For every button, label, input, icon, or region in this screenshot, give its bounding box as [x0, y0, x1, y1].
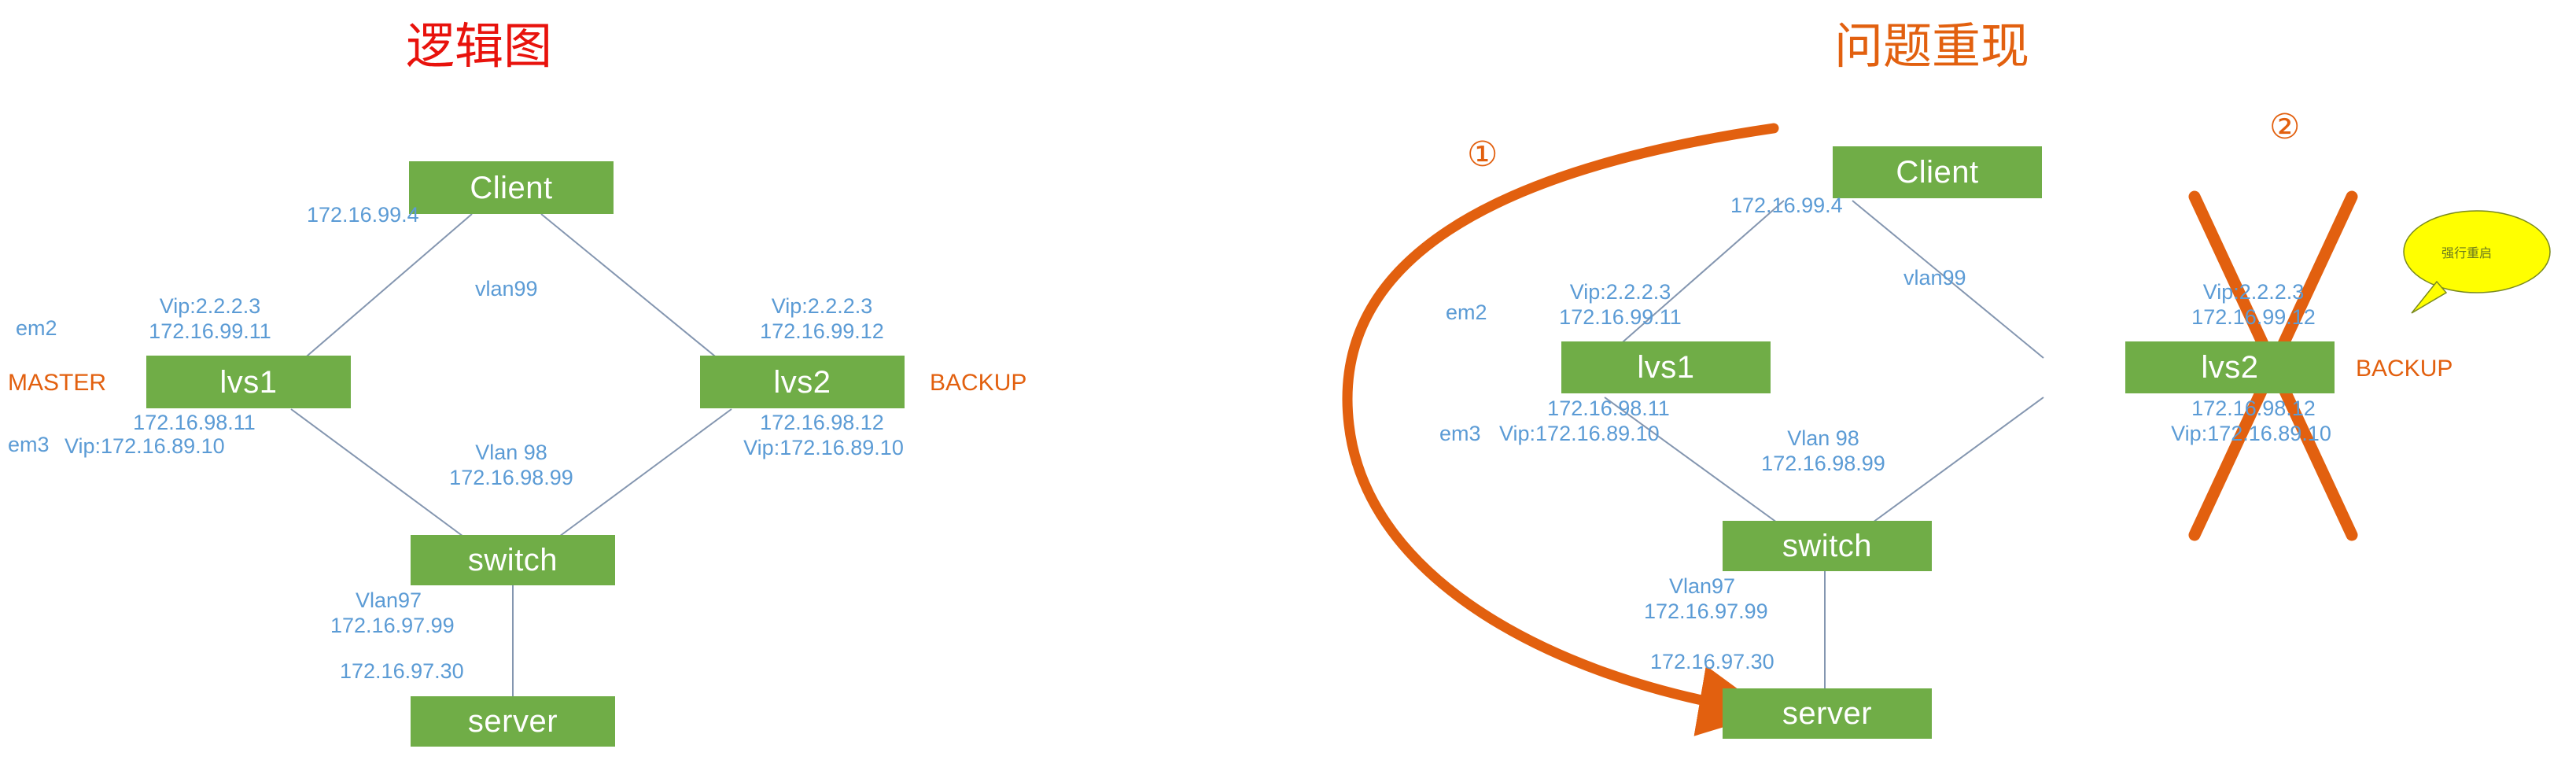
label-vlan97-left: Vlan97 [356, 588, 422, 612]
node-client-right[interactable]: Client [1833, 146, 2042, 198]
label-lvs2-vip-top-right: Vip:2.2.2.3 [2202, 280, 2305, 304]
callout-label-force-restart: 强行重启 [2441, 245, 2493, 260]
node-lvs2-right[interactable]: lvs2 [2125, 341, 2335, 393]
label-lvs2-ip-top-left: 172.16.99.12 [760, 319, 884, 343]
label-vlan98-ip-right: 172.16.98.99 [1761, 452, 1885, 475]
node-server-left[interactable]: server [411, 696, 615, 747]
label-lvs1-ip-bottom-right: 172.16.98.11 [1547, 397, 1670, 420]
label-lvs1-vip-top-right: Vip:2.2.2.3 [1569, 280, 1671, 304]
node-lvs1-left[interactable]: lvs1 [146, 356, 351, 408]
label-vlan99-left: vlan99 [475, 277, 538, 301]
node-switch-left[interactable]: switch [411, 535, 615, 585]
label-server-ip-left: 172.16.97.30 [340, 659, 464, 683]
label-lvs1-vip-top-left: Vip:2.2.2.3 [159, 294, 261, 318]
label-vlan97-right: Vlan97 [1669, 574, 1736, 598]
label-lvs1-vip-bottom-left: Vip:172.16.89.10 [64, 434, 225, 458]
node-lvs1-right[interactable]: lvs1 [1561, 341, 1771, 393]
left-panel-title: 逻辑图 [406, 17, 553, 75]
label-em3-left: em3 [8, 433, 50, 456]
label-vlan99-right: vlan99 [1903, 266, 1966, 290]
label-lvs2-vip-bottom-right: Vip:172.16.89.10 [2171, 422, 2331, 445]
label-lvs1-ip-top-left: 172.16.99.11 [149, 319, 271, 343]
label-vlan98-ip-left: 172.16.98.99 [449, 466, 573, 489]
diagram-canvas: 逻辑图 Client 172.16.99.4 vlan99 em2 Vip:2.… [0, 0, 2576, 771]
label-em2-right: em2 [1446, 301, 1487, 324]
right-panel-title: 问题重现 [1834, 17, 2030, 75]
label-vlan97-ip-left: 172.16.97.99 [330, 614, 455, 637]
label-lvs2-ip-top-right: 172.16.99.12 [2191, 305, 2316, 329]
label-client-ip-right: 172.16.99.4 [1730, 194, 1843, 217]
force-restart-callout [2403, 210, 2551, 314]
label-em2-left: em2 [16, 316, 57, 340]
role-backup-right: BACKUP [2356, 356, 2453, 382]
role-backup-left: BACKUP [930, 370, 1027, 396]
label-lvs2-ip-bottom-right: 172.16.98.12 [2191, 397, 2316, 420]
node-lvs2-left[interactable]: lvs2 [700, 356, 905, 408]
label-vlan98-right: Vlan 98 [1787, 426, 1859, 450]
label-server-ip-right: 172.16.97.30 [1650, 650, 1774, 673]
step-marker-2: ② [2269, 107, 2301, 147]
step-marker-1: ① [1467, 135, 1498, 175]
node-client-left[interactable]: Client [409, 161, 614, 214]
label-em3-right: em3 [1439, 422, 1481, 445]
label-lvs2-vip-bottom-left: Vip:172.16.89.10 [743, 436, 904, 459]
label-vlan97-ip-right: 172.16.97.99 [1644, 599, 1768, 623]
node-switch-right[interactable]: switch [1723, 521, 1932, 571]
label-vlan98-left: Vlan 98 [475, 441, 547, 464]
label-lvs2-vip-top-left: Vip:2.2.2.3 [771, 294, 873, 318]
label-lvs1-ip-bottom-left: 172.16.98.11 [133, 411, 256, 434]
label-lvs2-ip-bottom-left: 172.16.98.12 [760, 411, 884, 434]
label-lvs1-ip-top-right: 172.16.99.11 [1559, 305, 1682, 329]
role-master-left: MASTER [8, 370, 107, 396]
label-lvs1-vip-bottom-right: Vip:172.16.89.10 [1499, 422, 1660, 445]
node-server-right[interactable]: server [1723, 688, 1932, 739]
label-client-ip-left: 172.16.99.4 [307, 203, 419, 227]
